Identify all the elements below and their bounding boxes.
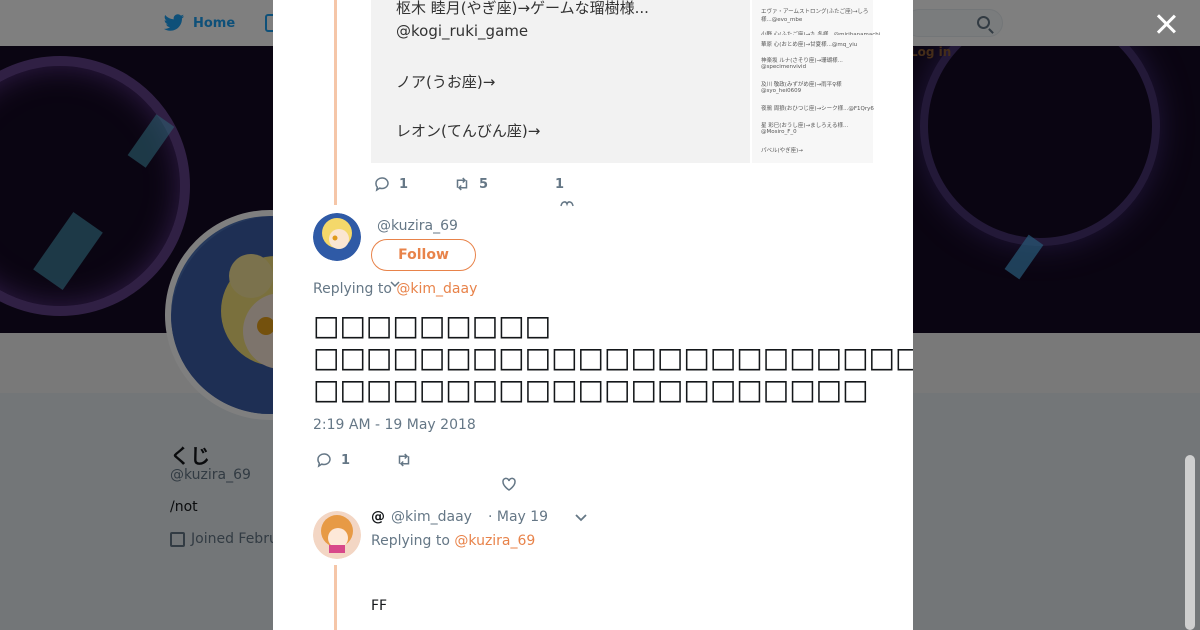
author-avatar[interactable] xyxy=(313,213,361,261)
tweet-timestamp[interactable]: 2:19 AM - 19 May 2018 xyxy=(313,417,476,433)
media-text-line: ノア(うお座)→ xyxy=(396,73,496,91)
media-image-right: エヴァ・アームストロング(ふたご座)→しろ 様...@evo_mbe 小野 心(… xyxy=(752,0,880,163)
media-text-line: 枢木 睦月(やぎ座)→ゲームな瑠樹様... xyxy=(396,0,649,17)
media-text-line: エヴァ・アームストロング(ふたご座)→しろ xyxy=(761,9,869,15)
retweet-count: 5 xyxy=(479,176,489,192)
media-image-left: 枢木 睦月(やぎ座)→ゲームな瑠樹様... @kogi_ruki_game ノア… xyxy=(371,0,750,163)
like-button[interactable]: 1 xyxy=(555,177,564,192)
like-count: 1 xyxy=(555,176,565,192)
reply-button[interactable]: 1 xyxy=(373,175,453,193)
retweet-icon xyxy=(398,453,410,467)
media-text-line: 夜鴉 周狼(おひつじ座)→シーク様...@F1Qry6 xyxy=(761,106,874,112)
heart-icon[interactable] xyxy=(500,475,518,493)
media-text-line: @Mosiro_F_0 xyxy=(761,129,797,135)
close-icon[interactable] xyxy=(1153,11,1179,37)
reply-display-name[interactable]: @ xyxy=(371,509,385,525)
tweet-text-line: □□□□□□□□□□□□□□□□□□□□□ xyxy=(313,373,869,406)
reply-icon xyxy=(317,453,331,468)
media-text-line: @kogi_ruki_game xyxy=(396,22,529,40)
media-text-line: 星 彩巳(おうし座)→ましろえる様... xyxy=(761,123,849,129)
tweet-media[interactable]: 枢木 睦月(やぎ座)→ゲームな瑠樹様... @kogi_ruki_game ノア… xyxy=(371,0,880,163)
media-text-line: 小野 心(ふたご座)→九 冬様...@mirihanamachi xyxy=(761,32,881,35)
tweet-text: □□□□□□□□□ □□□□□□□□□□□□□□□□□□□□□□□□□ □□□□… xyxy=(313,310,913,406)
heart-icon[interactable] xyxy=(560,199,574,207)
media-text-line: 神楽坂 ルナ(さそり座)→珊瑚様... xyxy=(761,58,843,64)
replying-to-link[interactable]: @kuzira_69 xyxy=(454,533,535,549)
reply-date[interactable]: · May 19 xyxy=(488,509,548,525)
reply-replying-to: Replying to @kuzira_69 xyxy=(371,533,535,549)
reply-count: 1 xyxy=(341,452,351,468)
follow-button[interactable]: Follow xyxy=(371,239,476,271)
tweet-actions: 1 xyxy=(315,451,413,469)
tweet-modal: 枢木 睦月(やぎ座)→ゲームな瑠樹様... @kogi_ruki_game ノア… xyxy=(273,0,913,630)
author-handle[interactable]: @kuzira_69 xyxy=(377,218,458,234)
media-text-line: @syo_hei0609 xyxy=(761,88,802,94)
reply-icon xyxy=(375,177,389,192)
tweet-text-line: □□□□□□□□□□□□□□□□□□□□□□□□□ xyxy=(313,341,913,374)
reply-count: 1 xyxy=(399,176,409,192)
page-scrollbar[interactable] xyxy=(1185,455,1195,630)
retweet-button[interactable] xyxy=(395,451,413,469)
reply-text: FF xyxy=(371,598,388,614)
retweet-icon xyxy=(456,177,468,191)
reply-author-avatar[interactable] xyxy=(313,511,361,559)
media-text-line: @specimenvivid xyxy=(761,64,807,70)
media-text-line: レオン(てんびん座)→ xyxy=(396,122,541,140)
media-text-line: パベル(やぎ座)→ xyxy=(761,148,803,154)
retweet-button[interactable]: 5 xyxy=(453,175,555,193)
replying-to-link[interactable]: @kim_daay xyxy=(396,281,477,297)
media-text-line: 及川 敬政(みずがめ座)→雨平♀様 xyxy=(761,82,842,88)
media-text-line: 様...@evo_mbe xyxy=(761,17,803,23)
media-text-line: 華原 心(おとめ座)→甘夏様...@mq_yiu xyxy=(761,42,858,48)
chevron-down-icon[interactable] xyxy=(574,512,588,522)
replying-prefix: Replying to xyxy=(313,281,392,297)
reply-button[interactable]: 1 xyxy=(315,451,395,469)
thread-line xyxy=(334,0,337,205)
prev-tweet-actions: 1 5 1 xyxy=(373,175,564,193)
replying-prefix: Replying to xyxy=(371,533,450,549)
reply-header: @ @kim_daay · May 19 xyxy=(371,509,588,525)
reply-handle[interactable]: @kim_daay xyxy=(391,509,472,525)
tweet-text-line: □□□□□□□□□ xyxy=(313,309,552,342)
replying-to: Replying to @kim_daay xyxy=(313,281,477,297)
thread-line xyxy=(334,565,337,630)
